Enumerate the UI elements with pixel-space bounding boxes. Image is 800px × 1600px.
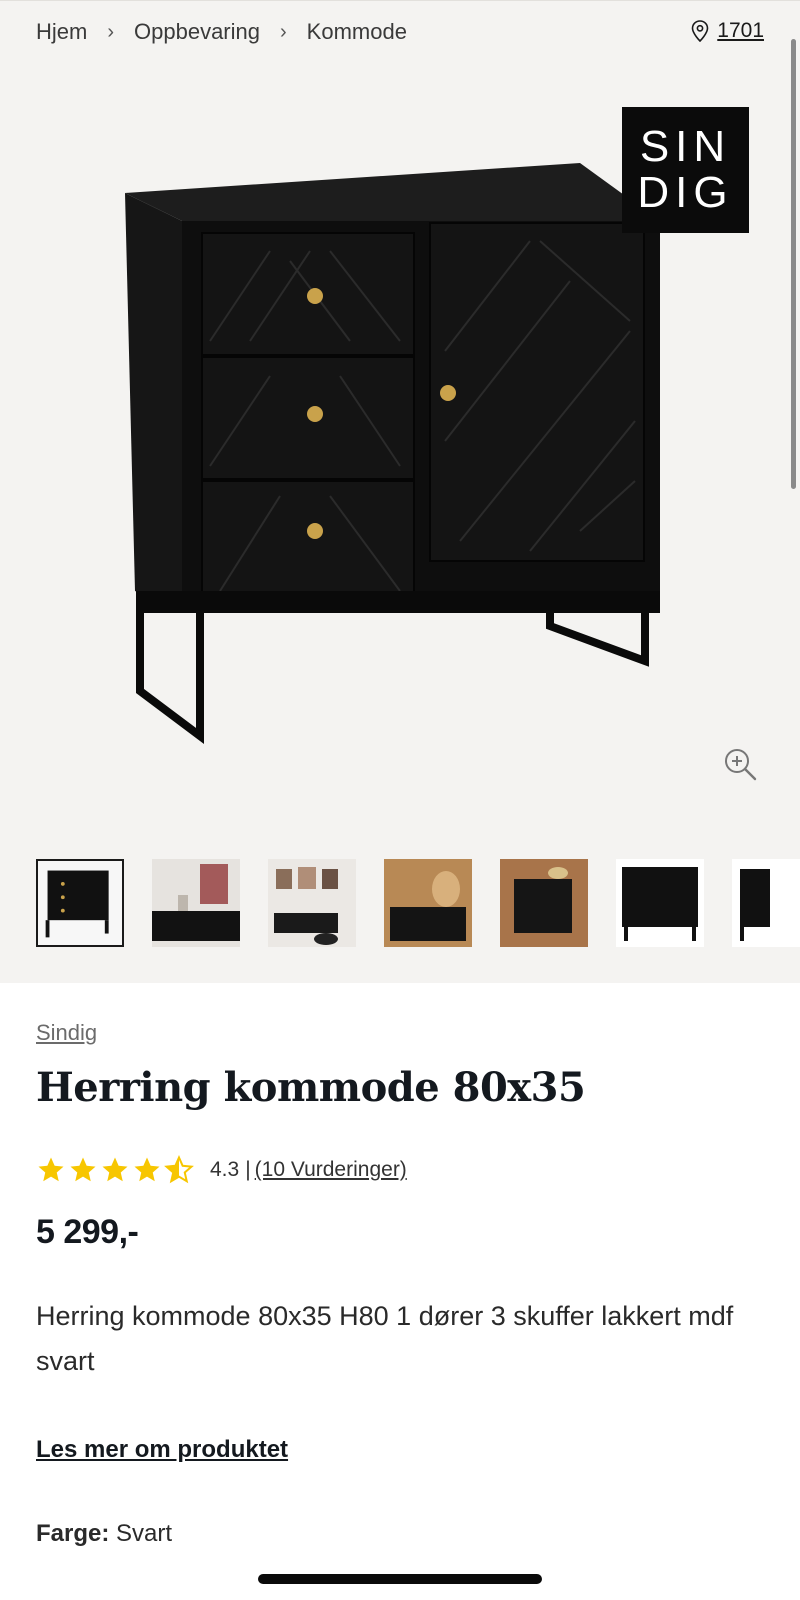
brand-link[interactable]: Sindig bbox=[36, 1020, 97, 1046]
rating-row: 4.3 | (10 Vurderinger) bbox=[36, 1155, 764, 1185]
zoom-in-icon[interactable] bbox=[722, 746, 758, 782]
product-price: 5 299,- bbox=[36, 1213, 139, 1251]
breadcrumb: Hjem › Oppbevaring › Kommode bbox=[36, 19, 407, 45]
thumbnail-3[interactable] bbox=[268, 859, 356, 947]
product-description: Herring kommode 80x35 H80 1 dører 3 skuf… bbox=[36, 1301, 734, 1376]
breadcrumb-oppbevaring[interactable]: Oppbevaring bbox=[134, 19, 260, 45]
rating-value: 4.3 bbox=[210, 1158, 240, 1181]
star-full-icon bbox=[38, 1157, 64, 1182]
breadcrumb-home[interactable]: Hjem bbox=[36, 19, 87, 45]
rating-stars bbox=[36, 1155, 196, 1185]
location-pin-icon bbox=[691, 20, 709, 42]
product-info: Sindig Herring kommode 80x35 4.3 | (10 V… bbox=[36, 1020, 764, 1548]
rating-count-link[interactable]: (10 Vurderinger) bbox=[255, 1158, 407, 1182]
thumbnail-2[interactable] bbox=[152, 859, 240, 947]
product-gallery: Hjem › Oppbevaring › Kommode 1701 SIN DI… bbox=[0, 0, 800, 983]
product-image[interactable] bbox=[100, 151, 700, 751]
product-title: Herring kommode 80x35 bbox=[36, 1064, 586, 1111]
star-full-icon bbox=[134, 1157, 160, 1182]
color-value: Svart bbox=[116, 1520, 173, 1547]
chevron-right-icon: › bbox=[280, 20, 287, 43]
brand-logo: SIN DIG bbox=[622, 107, 749, 233]
color-label: Farge: bbox=[36, 1520, 110, 1547]
star-full-icon bbox=[102, 1157, 128, 1182]
breadcrumb-kommode[interactable]: Kommode bbox=[307, 19, 407, 45]
thumbnail-7[interactable] bbox=[732, 859, 800, 947]
rating-separator: | bbox=[245, 1158, 251, 1181]
thumbnail-1[interactable] bbox=[36, 859, 124, 947]
scrollbar[interactable] bbox=[791, 39, 796, 489]
star-half-icon bbox=[164, 1155, 194, 1184]
thumbnail-5[interactable] bbox=[500, 859, 588, 947]
store-selector[interactable]: 1701 bbox=[691, 19, 764, 43]
home-indicator[interactable] bbox=[258, 1574, 542, 1584]
thumbnail-6[interactable] bbox=[616, 859, 704, 947]
read-more-link[interactable]: Les mer om produktet bbox=[36, 1436, 288, 1464]
chevron-right-icon: › bbox=[107, 20, 115, 43]
thumbnail-4[interactable] bbox=[384, 859, 472, 947]
color-row: Farge: Svart bbox=[36, 1520, 764, 1548]
store-number[interactable]: 1701 bbox=[717, 19, 764, 43]
brand-logo-line-2: DIG bbox=[637, 168, 734, 217]
thumbnail-strip bbox=[36, 859, 800, 947]
star-full-icon bbox=[70, 1157, 96, 1182]
brand-logo-line-1: SIN bbox=[639, 122, 732, 171]
